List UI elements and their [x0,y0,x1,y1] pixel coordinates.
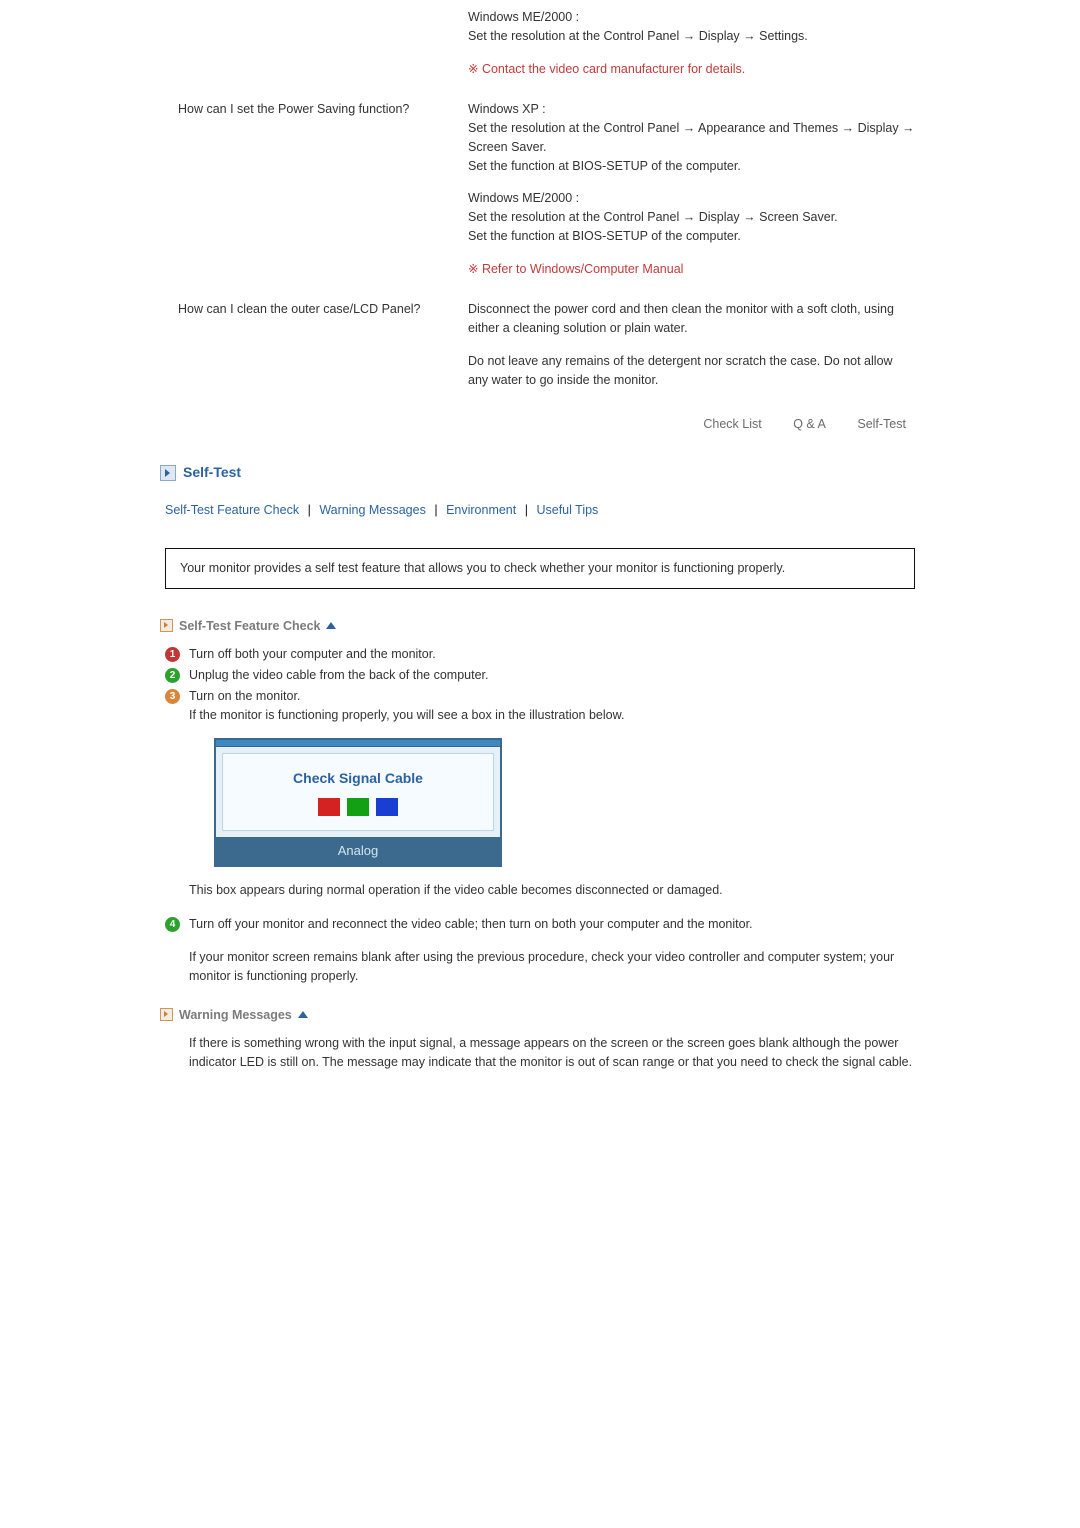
jump-warning[interactable]: Warning Messages [319,503,426,517]
step-row: 1 Turn off both your computer and the mo… [160,645,920,664]
paragraph-row: If there is something wrong with the inp… [160,1034,920,1072]
intro-text: Your monitor provides a self test featur… [180,561,785,575]
color-square-green [347,798,369,816]
step-number-icon: 4 [165,917,180,932]
step-row: 3 Turn on the monitor. If the monitor is… [160,687,920,914]
jump-self-test[interactable]: Self-Test Feature Check [165,503,299,517]
step-number-icon: 1 [165,647,180,662]
step-text: If your monitor screen remains blank aft… [189,948,920,986]
color-square-red [318,798,340,816]
step-text: Turn on the monitor. [189,687,920,706]
section-title: Self-Test [183,462,241,483]
qa-row-clean: How can I clean the outer case/LCD Panel… [160,292,920,389]
self-test-diagram: Check Signal Cable Analog [214,738,502,866]
answer-text: Windows ME/2000 : Set the resolution at … [468,8,915,46]
qa-row-power: How can I set the Power Saving function?… [160,92,920,292]
answer-text: Windows XP : Set the resolution at the C… [468,100,915,175]
step-text: If the monitor is functioning properly, … [189,706,920,725]
warning-text: If there is something wrong with the inp… [189,1034,920,1072]
link-check-list[interactable]: Check List [703,417,761,431]
arrow-right-icon [160,465,176,481]
diagram-message: Check Signal Cable [223,768,493,789]
link-self-test[interactable]: Self-Test [857,417,906,431]
step-text: Turn off both your computer and the moni… [189,645,920,664]
jump-useful-tips[interactable]: Useful Tips [536,503,598,517]
link-q-and-a[interactable]: Q & A [793,417,826,431]
step-text: Turn off your monitor and reconnect the … [189,915,920,934]
back-to-top-icon[interactable] [298,1011,308,1018]
step-number-icon: 3 [165,689,180,704]
step-row: 2 Unplug the video cable from the back o… [160,666,920,685]
subheading-label: Self-Test Feature Check [179,617,320,636]
arrow-right-icon [160,1008,173,1021]
diagram-mode: Analog [216,837,500,865]
step-number-icon: 2 [165,668,180,683]
subheading-self-test: Self-Test Feature Check [160,617,920,636]
intro-box: Your monitor provides a self test featur… [165,548,915,589]
step-text: Unplug the video cable from the back of … [189,666,920,685]
jump-environment[interactable]: Environment [446,503,516,517]
note-text: Contact the video card manufacturer for … [468,60,915,79]
subheading-warning: Warning Messages [160,1006,920,1025]
subheading-label: Warning Messages [179,1006,292,1025]
answer-text: Do not leave any remains of the detergen… [468,352,915,390]
question-text: How can I clean the outer case/LCD Panel… [160,300,468,389]
answer-text: Disconnect the power cord and then clean… [468,300,915,338]
section-heading: Self-Test [160,462,920,483]
qa-row-prev: Windows ME/2000 : Set the resolution at … [160,0,920,92]
arrow-right-icon [160,619,173,632]
top-link-row: Check List Q & A Self-Test [160,389,920,452]
note-text: Refer to Windows/Computer Manual [468,260,915,279]
step-row: 4 Turn off your monitor and reconnect th… [160,915,920,999]
question-text: How can I set the Power Saving function? [160,100,468,292]
step-text: This box appears during normal operation… [189,881,920,900]
jump-link-row: Self-Test Feature Check | Warning Messag… [160,501,920,548]
color-square-blue [376,798,398,816]
back-to-top-icon[interactable] [326,622,336,629]
answer-text: Windows ME/2000 : Set the resolution at … [468,189,915,245]
